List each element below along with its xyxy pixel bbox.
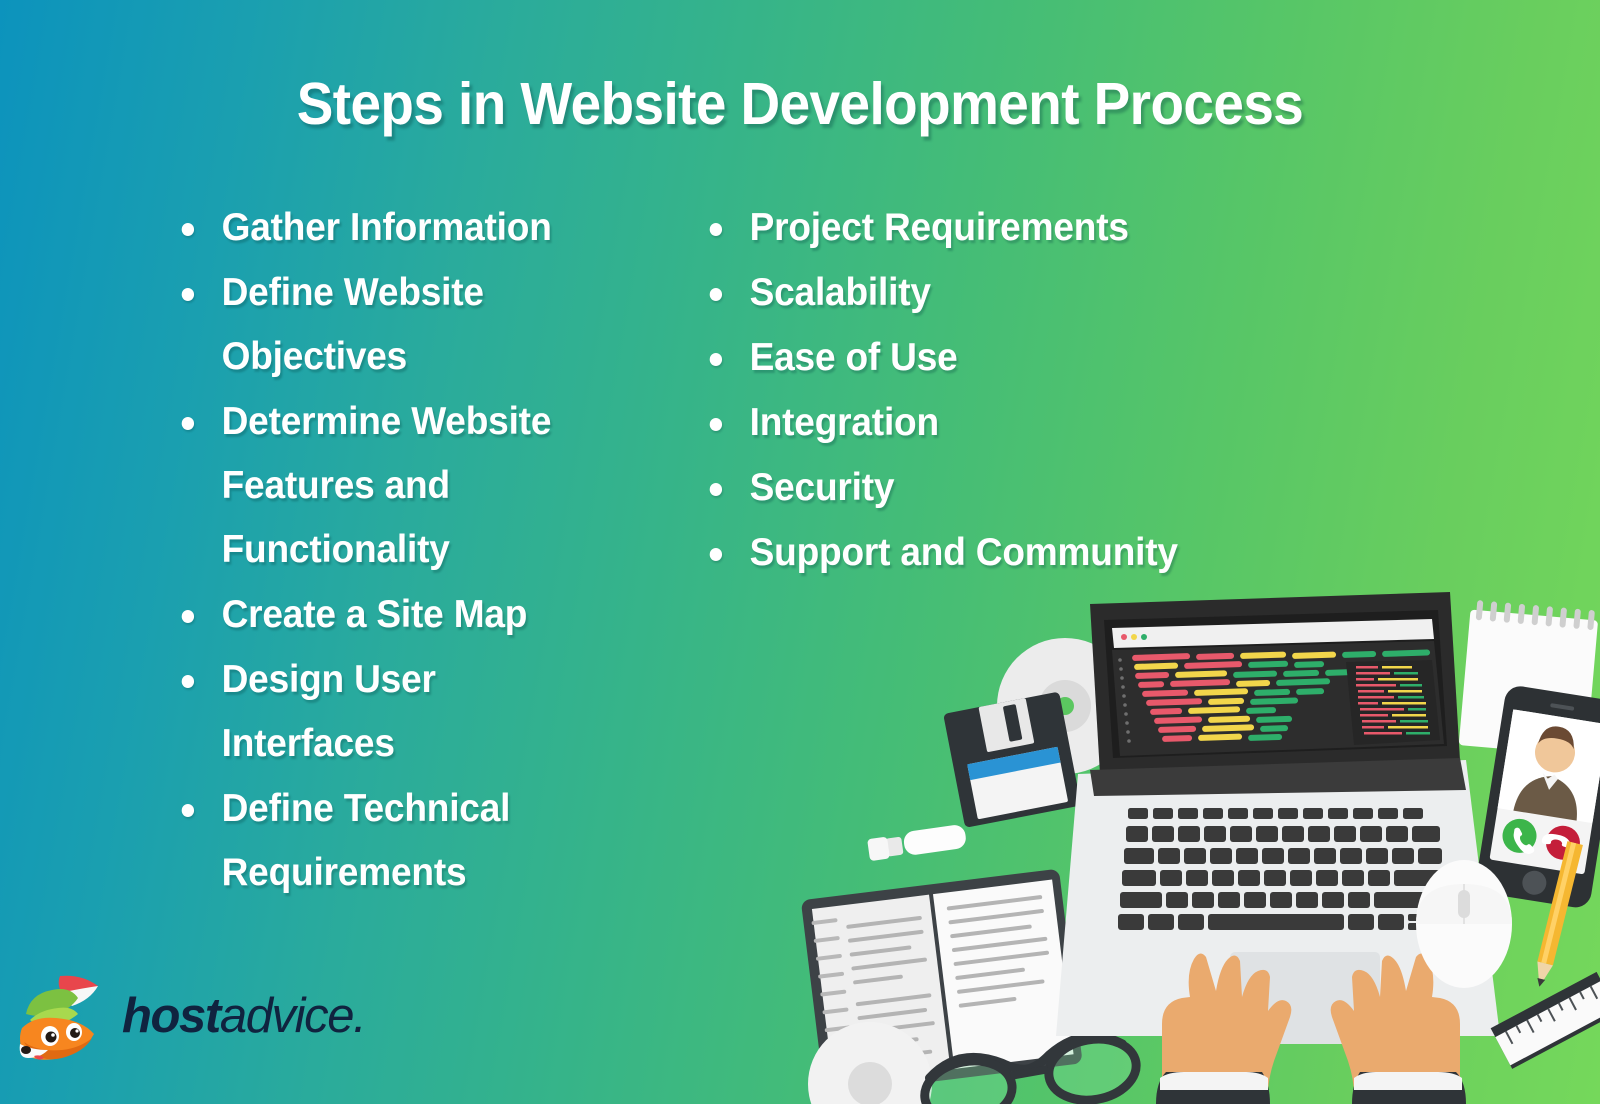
list-item: Design User Interfaces <box>176 648 617 776</box>
ruler-icon <box>1490 971 1600 1069</box>
list-item-label: Create a Site Map <box>221 593 528 636</box>
hostadvice-logo[interactable]: hostadvice. <box>16 970 367 1062</box>
list-item-label: Scalability <box>749 271 931 314</box>
usb-flash-drive-icon <box>867 825 966 861</box>
logo-word-host: host <box>122 988 221 1043</box>
bullet-dot-icon <box>181 223 195 236</box>
list-item: Scalability <box>704 261 1339 325</box>
list-item: Integration <box>704 391 1339 455</box>
list-item-label: Integration <box>749 401 940 444</box>
bullet-dot-icon <box>181 675 195 688</box>
list-item-label: Define Technical Requirements <box>221 787 511 894</box>
laptop-icon <box>1056 592 1500 1044</box>
bullet-dot-icon <box>709 483 723 496</box>
bullet-dot-icon <box>181 804 195 817</box>
code-minimap <box>1346 660 1440 745</box>
list-item: Define Technical Requirements <box>176 777 617 905</box>
bullet-dot-icon <box>709 223 723 236</box>
list-item: Determine Website Features and Functiona… <box>176 390 617 582</box>
list-item-label: Project Requirements <box>749 206 1129 249</box>
bullet-dot-icon <box>181 417 195 430</box>
left-bullet-list: Gather Information Define Website Object… <box>176 196 640 905</box>
infographic-poster: Steps in Website Development Process Gat… <box>0 0 1600 1104</box>
bullet-dot-icon <box>709 353 723 366</box>
floppy-disk-icon <box>944 692 1081 828</box>
list-item: Ease of Use <box>704 326 1339 390</box>
list-item: Define Website Objectives <box>176 261 617 389</box>
bullet-dot-icon <box>709 288 723 301</box>
list-item-label: Security <box>749 466 895 509</box>
list-item: Gather Information <box>176 196 617 260</box>
left-column: Gather Information Define Website Object… <box>0 196 640 906</box>
list-item-label: Design User Interfaces <box>221 658 436 765</box>
right-bullet-list: Project Requirements Scalability Ease of… <box>704 196 1400 585</box>
page-title: Steps in Website Development Process <box>296 71 1304 137</box>
list-item: Security <box>704 456 1339 520</box>
list-item-label: Ease of Use <box>749 336 958 379</box>
bullet-dot-icon <box>709 418 723 431</box>
bullet-dot-icon <box>181 610 195 623</box>
list-item: Create a Site Map <box>176 583 617 647</box>
logo-wordmark: hostadvice. <box>122 988 367 1043</box>
logo-word-advice: advice. <box>219 988 367 1043</box>
right-column: Project Requirements Scalability Ease of… <box>640 196 1400 586</box>
list-item-label: Support and Community <box>749 531 1178 574</box>
list-item-label: Define Website Objectives <box>221 271 484 378</box>
list-item: Support and Community <box>704 521 1339 585</box>
bullet-dot-icon <box>709 548 723 561</box>
list-item-label: Gather Information <box>221 206 552 249</box>
bullet-dot-icon <box>181 288 195 301</box>
developer-desk-illustration <box>760 584 1600 1104</box>
computer-mouse-icon <box>1416 860 1512 988</box>
list-item: Project Requirements <box>704 196 1339 260</box>
fox-mascot-icon <box>19 975 98 1060</box>
list-item-label: Determine Website Features and Functiona… <box>221 400 552 571</box>
